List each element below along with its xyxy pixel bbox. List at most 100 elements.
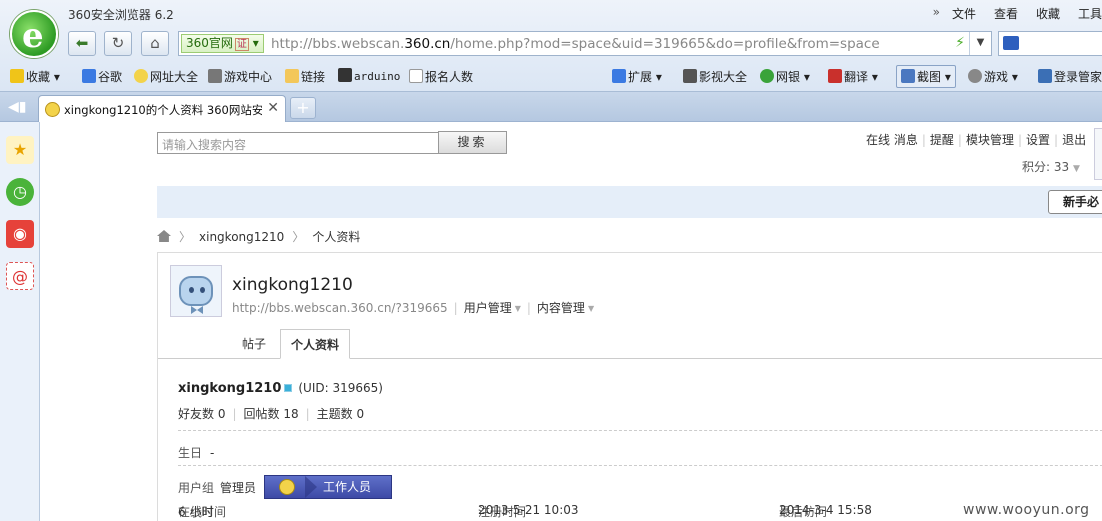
menu-view[interactable]: 查看 [994,5,1018,22]
profile-panel: xingkong1210 http://bbs.webscan.360.cn/?… [157,252,1102,521]
toolbar-extensions[interactable]: 扩展 ▾ [612,68,662,85]
bookmark-label: 游戏中心 [224,70,273,84]
tab-posts[interactable]: 帖子 [232,329,276,359]
url-text[interactable]: http://bbs.webscan.360.cn/home.php?mod=s… [271,36,880,52]
browser-toolbar: e 360安全浏览器 6.2 » 文件 查看 收藏 工具 ⬅ ↻ ⌂ 360官网… [0,0,1102,92]
avatar[interactable] [170,265,222,317]
sidebar-toggle-icon[interactable]: ◀▮ [8,99,26,115]
staff-badge: 工作人员 [264,475,392,499]
register-time-value: 2013-5-21 10:03 [478,503,579,517]
bookmark-arduino[interactable]: arduino [338,68,400,83]
url-prefix: http://bbs.webscan. [271,36,405,52]
friends-count[interactable]: 好友数 0 [178,407,225,421]
favorites-star-icon[interactable]: ★ [6,136,34,164]
nav-reminders[interactable]: 提醒 [930,133,954,147]
uid-text: (UID: 319665) [298,381,383,395]
newbie-guide-button[interactable]: 新手必 [1048,190,1102,214]
refresh-button[interactable]: ↻ [104,31,132,56]
key-icon [1038,69,1052,83]
avatar-edge [1094,128,1102,180]
toolbar-label: 截图 [917,70,942,84]
toolbar-label: 网银 [776,70,801,84]
bookmark-game-center[interactable]: 游戏中心 [208,68,272,85]
history-clock-icon[interactable]: ◷ [6,178,34,206]
browser-sidebar: ★ ◷ ◉ @ [0,122,40,521]
nav-module-manage[interactable]: 模块管理 [966,133,1014,147]
double-chevron-icon[interactable]: » [933,5,940,22]
tab-profile-info[interactable]: 个人资料 [280,329,351,359]
bookmarks-bar: 收藏 ▾ 谷歌 网址大全 游戏中心 链接 arduino 报名人数 扩展 ▾ 影… [0,64,1102,88]
menu-favorites[interactable]: 收藏 [1036,5,1060,22]
address-bar[interactable]: 360官网证 ▾ http://bbs.webscan.360.cn/home.… [178,31,992,56]
space-url[interactable]: http://bbs.webscan.360.cn/?319665 [232,301,448,315]
translate-icon [828,69,842,83]
toolbar-login-manager[interactable]: 登录管家 [1038,68,1102,85]
profile-space-url-row: http://bbs.webscan.360.cn/?319665 | 用户管理 ▼ |… [232,301,595,315]
robot-avatar-icon [179,276,213,306]
credit-dropdown[interactable]: 积分: 33 ▼ [1022,158,1080,175]
folder-icon [285,69,299,83]
content-manage-menu[interactable]: 内容管理 ▼ [537,301,594,315]
info-name-row: xingkong1210 (UID: 319665) [178,381,383,396]
new-tab-button[interactable]: + [290,97,316,119]
usergroup-value[interactable]: 管理员 [220,481,256,495]
cert-icon: 证 [234,38,249,51]
mail-icon[interactable]: @ [6,262,34,290]
menu-file[interactable]: 文件 [952,5,976,22]
breadcrumb: 〉 xingkong1210 〉个人资料 [157,228,360,245]
user-nav: 在线 消息 | 提醒 | 模块管理 | 设置 | 退出 [866,133,1087,147]
breadcrumb-user[interactable]: xingkong1210 [199,230,284,244]
refresh-icon: ↻ [111,34,125,52]
screenshot-icon [901,69,915,83]
360-logo-icon [279,479,295,495]
forum-search-button[interactable]: 搜索 [438,131,507,154]
toolbar-screenshot[interactable]: 截图 ▾ [896,65,956,88]
bookmark-label: arduino [354,70,401,83]
forum-search-input[interactable]: 请输入搜索内容 [157,132,439,154]
bookmark-google[interactable]: 谷歌 [82,68,122,85]
toolbar-translate[interactable]: 翻译 ▾ [828,68,878,85]
browser-logo-icon[interactable]: e [10,10,58,58]
toolbar-bank[interactable]: 网银 ▾ [760,68,810,85]
info-username: xingkong1210 [178,381,282,396]
bookmark-hao360[interactable]: 网址大全 [134,68,198,85]
hao360-icon [134,69,148,83]
home-icon[interactable] [157,230,171,242]
toolbar-games[interactable]: 游戏 ▾ [968,68,1018,85]
bookmark-favorites[interactable]: 收藏 ▾ [10,68,60,85]
bookmark-links[interactable]: 链接 [285,68,325,85]
divider [178,465,1102,466]
gamepad-icon [208,69,222,83]
nav-messages[interactable]: 消息 [894,133,918,147]
user-manage-menu[interactable]: 用户管理 ▼ [464,301,521,315]
profile-username: xingkong1210 [232,275,353,295]
close-tab-icon[interactable]: ✕ [267,100,279,116]
toolbar-label: 影视大全 [699,70,748,84]
toolbar-label: 扩展 [628,70,653,84]
tab-profile[interactable]: xingkong1210的个人资料 360网站安全 ✕ [38,95,286,122]
threads-count[interactable]: 主题数 0 [317,407,364,421]
nav-logout[interactable]: 退出 [1062,133,1086,147]
top-menu: » 文件 查看 收藏 工具 [933,5,1102,22]
usergroup-label: 用户组 [178,481,215,495]
watermark: www.wooyun.org [963,502,1090,518]
browser-search-box[interactable] [998,31,1102,56]
birthday-value: - [210,446,215,460]
favicon-icon [45,102,60,117]
nav-online[interactable]: 在线 [866,133,890,147]
tab-bar: ◀▮ xingkong1210的个人资料 360网站安全 ✕ + [0,92,1102,122]
video-icon [683,69,697,83]
bookmark-signups[interactable]: 报名人数 [409,68,473,85]
site-badge[interactable]: 360官网证 ▾ [181,34,264,53]
back-button[interactable]: ⬅ [68,31,96,56]
usergroup-row: 用户组 管理员 工作人员 [178,475,392,499]
home-button[interactable]: ⌂ [141,31,169,56]
replies-count[interactable]: 回帖数 18 [244,407,299,421]
address-dropdown-icon[interactable]: ▼ [969,32,991,55]
menu-tools[interactable]: 工具 [1078,5,1102,22]
weibo-icon[interactable]: ◉ [6,220,34,248]
search-engine-icon[interactable] [1003,36,1019,50]
toolbar-video[interactable]: 影视大全 [683,68,747,85]
nav-settings[interactable]: 设置 [1026,133,1050,147]
lightning-icon[interactable]: ⚡ [955,35,965,51]
